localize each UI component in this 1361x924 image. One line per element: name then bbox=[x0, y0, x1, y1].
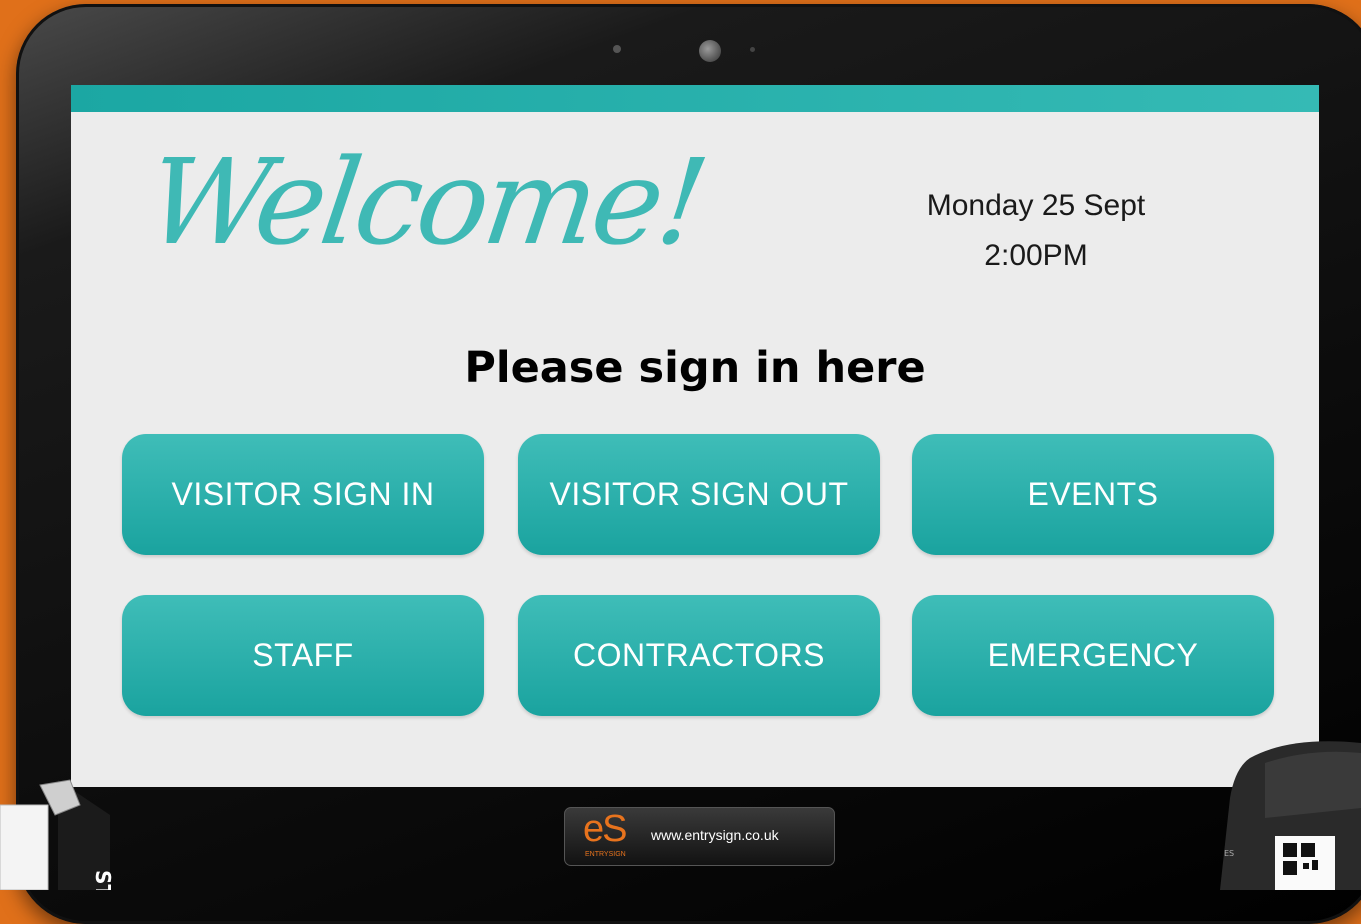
visitor-sign-in-button[interactable]: VISITOR SIGN IN bbox=[122, 434, 484, 555]
contractors-button[interactable]: CONTRACTORS bbox=[518, 595, 880, 716]
emergency-button[interactable]: EMERGENCY bbox=[912, 595, 1274, 716]
date-label: Monday 25 Sept bbox=[926, 189, 1146, 222]
staff-button[interactable]: STAFF bbox=[122, 595, 484, 716]
date-time: Monday 25 Sept 2:00PM bbox=[886, 181, 1186, 281]
brand-logo-sub: ENTRYSIGN bbox=[585, 851, 626, 858]
brand-url: www.entrysign.co.uk bbox=[651, 827, 779, 843]
visitor-sign-out-button[interactable]: VISITOR SIGN OUT bbox=[518, 434, 880, 555]
top-accent-bar bbox=[71, 85, 1319, 112]
sensor-dot bbox=[613, 45, 621, 53]
printer-text: ES bbox=[1224, 849, 1234, 858]
sensor-dot bbox=[750, 47, 755, 52]
label-printer-icon: ES bbox=[1220, 741, 1361, 890]
lanyard-badge-icon: ST bbox=[0, 779, 115, 890]
sign-in-heading: Please sign in here bbox=[464, 343, 926, 393]
time-label: 2:00PM bbox=[984, 239, 1088, 272]
welcome-title: Welcome! bbox=[139, 133, 713, 271]
events-button[interactable]: EVENTS bbox=[912, 434, 1274, 555]
kiosk-screen: Welcome! Monday 25 Sept 2:00PM Please si… bbox=[71, 85, 1319, 787]
lanyard-text: ST bbox=[91, 870, 115, 890]
brand-badge: eS ENTRYSIGN www.entrysign.co.uk bbox=[564, 807, 835, 866]
brand-logo: eS bbox=[583, 808, 628, 850]
camera-icon bbox=[699, 40, 721, 62]
